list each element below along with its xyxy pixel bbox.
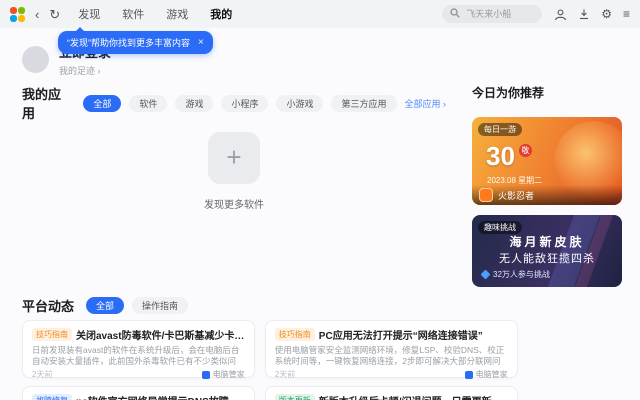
article-source: 电脑管家	[212, 370, 245, 379]
settings-icon[interactable]: ⚙	[601, 8, 612, 20]
article-time: 2天前	[32, 370, 53, 379]
daily-game-badge: 每日一游	[478, 123, 522, 136]
refresh-icon[interactable]: ↻	[49, 8, 60, 21]
source-icon	[201, 370, 210, 379]
tooltip-close-icon[interactable]: ×	[198, 37, 204, 48]
recommend-sidebar: 今日为你推荐 每日一游 30 敬 2023.08 星期二 火影忍者 趣味挑战 海…	[472, 84, 622, 287]
article-tag: 版本更新	[274, 394, 315, 400]
article-card[interactable]: 技巧指南 关闭avast防毒软件/卡巴斯基减少卡顿困扰 日前发现装有avast的…	[22, 320, 255, 379]
game-avatar	[479, 188, 493, 202]
filter-software[interactable]: 软件	[129, 94, 168, 112]
game-name: 火影忍者	[498, 190, 535, 201]
challenge-card[interactable]: 趣味挑战 海月新皮肤 无人能敌狂揽四杀 32万人参与挑战	[472, 215, 622, 287]
feed-filter-all[interactable]: 全部	[86, 297, 125, 314]
article-tag: 技巧指南	[32, 328, 72, 341]
tab-games[interactable]: 游戏	[164, 4, 190, 24]
article-title: 关闭avast防毒软件/卡巴斯基减少卡顿困扰	[76, 331, 245, 342]
article-time: 2天前	[274, 370, 296, 379]
article-title: pc软件官方网络异常提示DNS故障解决方法	[76, 393, 245, 400]
diamond-icon	[480, 269, 491, 280]
tab-discover[interactable]: 发现	[76, 4, 102, 24]
calendar-stamp-icon: 敬	[518, 144, 532, 157]
search-box[interactable]	[442, 5, 543, 23]
add-software-button[interactable]: +	[208, 132, 260, 184]
my-apps-header: 我的应用 全部 软件 游戏 小程序 小游戏 第三方应用 全部应用 ›	[22, 84, 446, 122]
article-card[interactable]: 版本更新 新版本升级后卡顿/闪退问题，只需更新显卡驱动	[264, 386, 518, 400]
filter-all[interactable]: 全部	[83, 94, 122, 112]
topbar-icons: ⚙ ≡	[554, 8, 630, 21]
top-bar: ‹ ↻ 发现 软件 游戏 我的 ⚙ ≡	[0, 0, 640, 28]
filter-games[interactable]: 游戏	[175, 94, 214, 112]
article-desc: 使用电脑管家安全监测网络环境，修复LSP、校验DNS、校正系统时间等，一键恢复网…	[274, 345, 505, 366]
challenge-stat: 32万人参与挑战	[480, 269, 550, 280]
app-logo-icon	[10, 6, 25, 22]
challenge-stat-text: 32万人参与挑战	[493, 270, 550, 279]
article-title: PC应用无法打开提示“网络连接错误”	[318, 331, 483, 342]
feed-title: 平台动态	[22, 299, 75, 314]
article-desc: 日前发现装有avast的软件在系统升级后，会在电脑后台自动安装大量插件，此前国外…	[32, 345, 240, 366]
article-card[interactable]: 故障修复 pc软件官方网络异常提示DNS故障解决方法	[22, 386, 255, 400]
article-title: 新版本升级后卡顿/闪退问题，只需更新显卡驱动	[319, 393, 508, 400]
article-tag: 故障修复	[32, 394, 72, 400]
search-icon	[450, 5, 460, 23]
feed-filter-guide[interactable]: 操作指南	[132, 297, 189, 314]
my-apps-title: 我的应用	[22, 87, 62, 121]
discover-tooltip: “发现”帮助你找到更多丰富内容 ×	[58, 27, 213, 54]
user-icon[interactable]	[554, 8, 567, 21]
app-window: ‹ ↻ 发现 软件 游戏 我的 ⚙ ≡ “发现”帮助你找到更多丰富内容	[0, 0, 640, 400]
all-apps-link[interactable]: 全部应用 ›	[405, 97, 447, 110]
nav-tabs: 发现 软件 游戏 我的	[76, 4, 234, 24]
challenge-line2: 无人能敌狂揽四杀	[499, 253, 595, 265]
article-card[interactable]: 技巧指南 PC应用无法打开提示“网络连接错误” 使用电脑管家安全监测网络环境，修…	[264, 320, 518, 379]
empty-apps-area: + 发现更多软件	[22, 132, 446, 211]
tooltip-text: “发现”帮助你找到更多丰富内容	[67, 38, 190, 48]
filter-miniprograms[interactable]: 小程序	[221, 94, 269, 112]
download-icon[interactable]	[578, 8, 590, 20]
avatar[interactable]	[22, 46, 49, 73]
challenge-line1: 海月新皮肤	[509, 235, 585, 249]
daily-game-card[interactable]: 每日一游 30 敬 2023.08 星期二 火影忍者	[472, 117, 622, 205]
recommend-title: 今日为你推荐	[472, 86, 545, 100]
login-subtitle[interactable]: 我的足迹 ›	[59, 64, 111, 77]
daily-game-footer: 火影忍者	[472, 185, 622, 205]
article-source: 电脑管家	[475, 370, 508, 379]
search-input[interactable]	[464, 8, 543, 20]
add-software-label: 发现更多软件	[204, 200, 264, 211]
filter-thirdparty[interactable]: 第三方应用	[331, 94, 397, 112]
calendar-day: 30	[486, 141, 515, 171]
filter-minigames[interactable]: 小游戏	[276, 94, 324, 112]
feed-header: 平台动态 全部 操作指南	[22, 296, 446, 315]
tab-mine[interactable]: 我的	[208, 4, 234, 24]
source-icon	[464, 370, 473, 379]
article-grid: 技巧指南 关闭avast防毒软件/卡巴斯基减少卡顿困扰 日前发现装有avast的…	[22, 320, 518, 400]
tab-software[interactable]: 软件	[120, 4, 146, 24]
article-tag: 技巧指南	[274, 328, 315, 341]
menu-icon[interactable]: ≡	[623, 8, 630, 20]
back-icon[interactable]: ‹	[35, 8, 39, 21]
